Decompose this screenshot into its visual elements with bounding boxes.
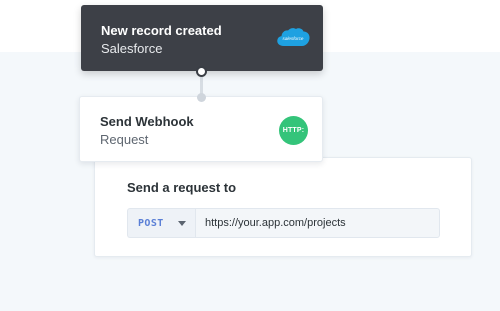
chevron-down-icon <box>178 221 186 226</box>
http-icon: HTTP: <box>279 116 308 145</box>
action-subtitle: Request <box>100 132 149 147</box>
trigger-app-name: Salesforce <box>101 41 163 56</box>
request-url-input[interactable] <box>195 208 440 238</box>
action-step-card[interactable]: Send Webhook Request HTTP: <box>79 96 323 162</box>
http-method-select[interactable]: POST <box>127 208 195 238</box>
http-method-value: POST <box>138 217 164 229</box>
action-title: Send Webhook <box>100 114 194 129</box>
request-panel: Send a request to POST <box>94 157 472 257</box>
trigger-title: New record created <box>101 23 222 38</box>
request-panel-title: Send a request to <box>127 180 237 195</box>
trigger-step-card[interactable]: New record created Salesforce salesforce <box>81 5 323 71</box>
connector-dot[interactable] <box>197 93 206 102</box>
salesforce-logo-icon: salesforce <box>277 28 310 46</box>
connector-handle[interactable] <box>196 66 207 77</box>
salesforce-logo-text: salesforce <box>283 36 304 41</box>
